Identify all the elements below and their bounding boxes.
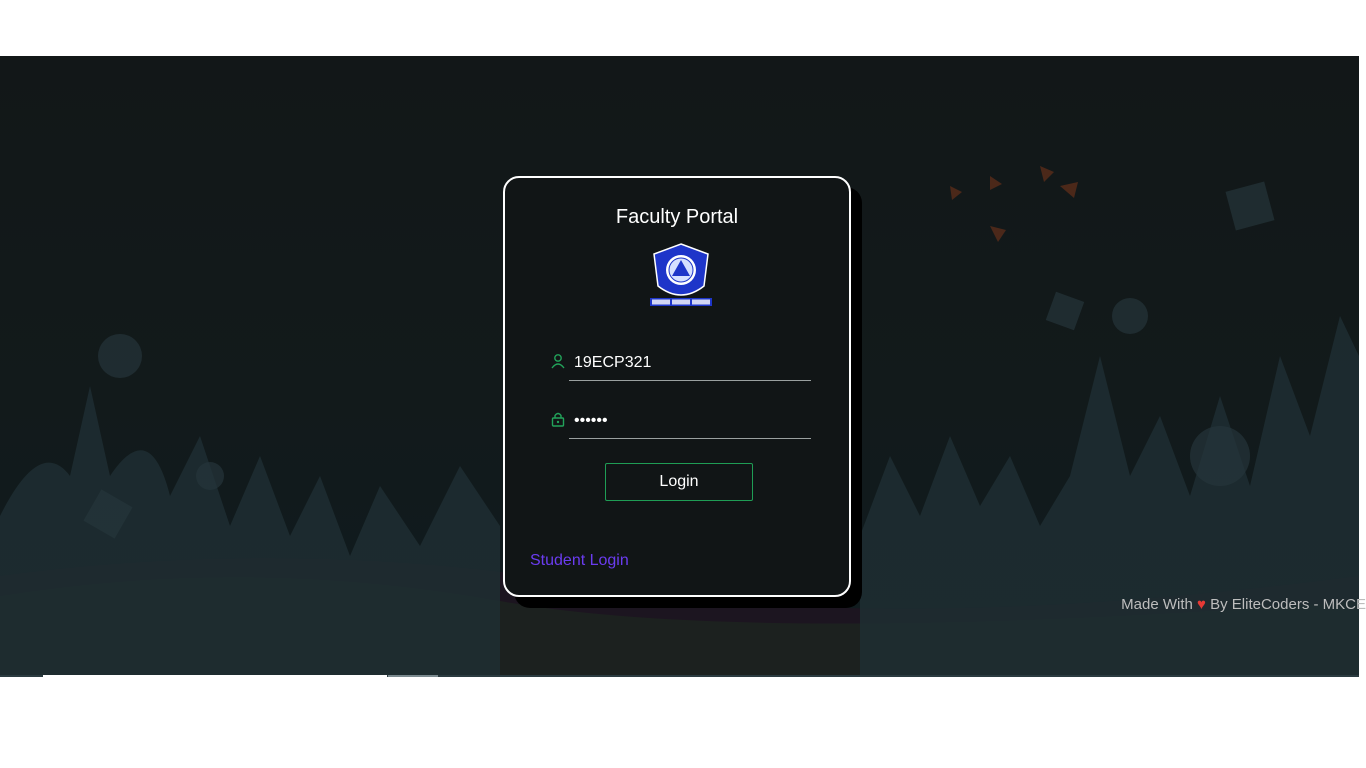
footer-by: By EliteCoders - MKCE (1210, 596, 1366, 613)
user-icon (551, 354, 565, 369)
password-field-group (550, 404, 811, 442)
username-field-group (550, 346, 811, 384)
lock-icon (551, 412, 565, 427)
scrollbar-thumb[interactable] (43, 675, 387, 677)
password-input[interactable] (569, 404, 811, 439)
login-button[interactable]: Login (605, 463, 753, 501)
footer-made-with: Made With (1121, 596, 1193, 613)
scrollbar-thumb-secondary (388, 675, 438, 677)
student-login-link[interactable]: Student Login (530, 552, 629, 570)
heart-icon: ♥ (1197, 596, 1206, 613)
username-input[interactable] (569, 346, 811, 381)
page-title: Faculty Portal (615, 206, 739, 228)
footer-credit: Made With ♥ By EliteCoders - MKCE (1121, 596, 1366, 613)
login-card: Faculty Portal Login Student Login (503, 176, 851, 597)
college-logo (650, 243, 712, 306)
